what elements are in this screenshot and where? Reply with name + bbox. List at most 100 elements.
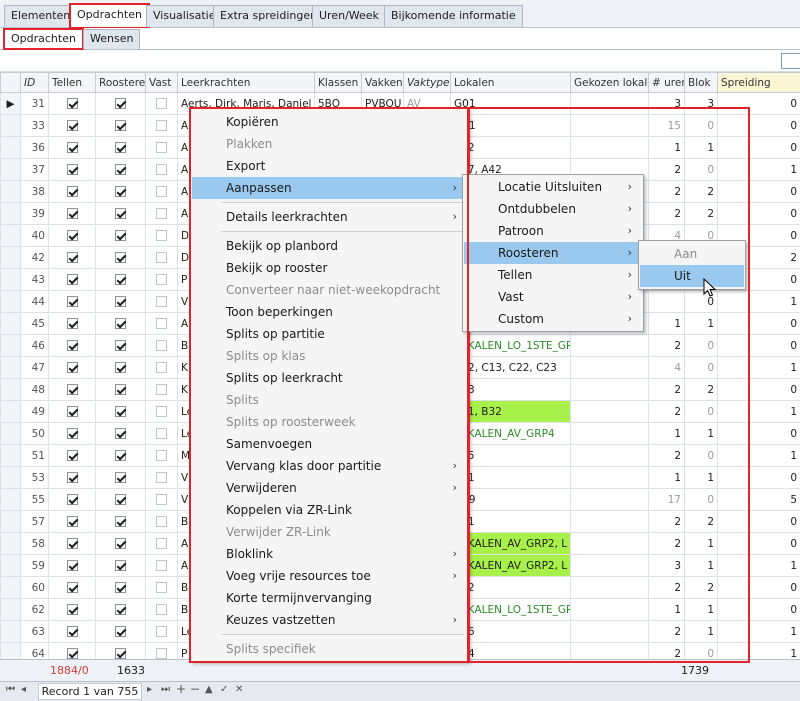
prev-record-icon[interactable]: ◂	[21, 684, 26, 695]
roosteren-cell[interactable]	[95, 554, 146, 577]
tellen-checkbox[interactable]	[66, 648, 78, 659]
blok-cell[interactable]: 0	[684, 444, 718, 467]
tellen-checkbox[interactable]	[66, 428, 78, 439]
tellen-checkbox[interactable]	[66, 384, 78, 395]
blok-cell[interactable]: 0	[684, 642, 718, 659]
spreiding-cell[interactable]: 0	[717, 466, 800, 489]
uren-cell[interactable]: 2	[648, 532, 685, 555]
vast-cell[interactable]	[145, 356, 178, 379]
roosteren-checkbox[interactable]	[115, 318, 126, 329]
blok-cell[interactable]: 0	[684, 114, 718, 137]
tellen-checkbox[interactable]	[66, 494, 78, 505]
spreiding-cell[interactable]: 0	[717, 312, 800, 335]
gekozen-lokalen-cell[interactable]	[570, 510, 649, 533]
tellen-checkbox[interactable]	[66, 230, 78, 241]
vast-cell[interactable]	[145, 180, 178, 203]
vast-cell[interactable]	[145, 466, 178, 489]
blok-cell[interactable]: 2	[684, 510, 718, 533]
tellen-cell[interactable]	[48, 400, 96, 423]
vast-checkbox[interactable]	[156, 142, 167, 153]
tellen-checkbox[interactable]	[66, 296, 78, 307]
roosteren-checkbox[interactable]	[115, 428, 126, 439]
roosteren-cell[interactable]	[95, 378, 146, 401]
vast-checkbox[interactable]	[156, 164, 167, 175]
vast-cell[interactable]	[145, 576, 178, 599]
tellen-cell[interactable]	[48, 466, 96, 489]
tellen-cell[interactable]	[48, 488, 96, 511]
roosteren-cell[interactable]	[95, 444, 146, 467]
menu-item-bloklink[interactable]: Bloklink ›	[192, 543, 467, 565]
tellen-checkbox[interactable]	[66, 120, 78, 131]
vast-cell[interactable]	[145, 488, 178, 511]
vast-cell[interactable]	[145, 268, 178, 291]
menu-item-ontdubbelen[interactable]: Ontdubbelen ›	[464, 198, 642, 220]
roosteren-cell[interactable]	[95, 334, 146, 357]
vast-checkbox[interactable]	[156, 186, 167, 197]
uren-cell[interactable]: 2	[648, 378, 685, 401]
column-header-gekozen-lokalen[interactable]: Gekozen lokalen	[570, 72, 649, 93]
vast-checkbox[interactable]	[156, 582, 167, 593]
blok-cell[interactable]: 1	[684, 422, 718, 445]
vast-cell[interactable]	[145, 444, 178, 467]
menu-item-export[interactable]: Export	[192, 155, 467, 177]
roosteren-checkbox[interactable]	[115, 296, 126, 307]
roosteren-checkbox[interactable]	[115, 450, 126, 461]
gekozen-lokalen-cell[interactable]	[570, 466, 649, 489]
vast-checkbox[interactable]	[156, 120, 167, 131]
column-header-spreiding[interactable]: Spreiding	[717, 72, 800, 93]
roosteren-cell[interactable]	[95, 510, 146, 533]
tellen-cell[interactable]	[48, 642, 96, 659]
tellen-checkbox[interactable]	[66, 582, 78, 593]
roosteren-checkbox[interactable]	[115, 98, 126, 109]
gekozen-lokalen-cell[interactable]	[570, 532, 649, 555]
roosteren-cell[interactable]	[95, 422, 146, 445]
delete-record-icon[interactable]: −	[190, 682, 200, 696]
vast-cell[interactable]	[145, 598, 178, 621]
menu-item-details-leerkrachten[interactable]: Details leerkrachten ›	[192, 206, 467, 228]
roosteren-checkbox[interactable]	[115, 362, 126, 373]
roosteren-checkbox[interactable]	[115, 274, 126, 285]
tellen-cell[interactable]	[48, 554, 96, 577]
tellen-cell[interactable]	[48, 620, 96, 643]
uren-cell[interactable]: 4	[648, 356, 685, 379]
tellen-cell[interactable]	[48, 180, 96, 203]
roosteren-cell[interactable]	[95, 532, 146, 555]
menu-item-bekijk-op-rooster[interactable]: Bekijk op rooster	[192, 257, 467, 279]
roosteren-cell[interactable]	[95, 268, 146, 291]
spreiding-cell[interactable]: 0	[717, 180, 800, 203]
tellen-cell[interactable]	[48, 532, 96, 555]
uren-cell[interactable]: 15	[648, 114, 685, 137]
tellen-cell[interactable]	[48, 158, 96, 181]
column-header-tellen[interactable]: Tellen	[48, 72, 96, 93]
roosteren-cell[interactable]	[95, 312, 146, 335]
spreiding-cell[interactable]: 0	[717, 378, 800, 401]
cancel-record-icon[interactable]: ✕	[235, 684, 243, 695]
column-header-roosteren[interactable]: Roosteren	[95, 72, 146, 93]
vast-checkbox[interactable]	[156, 230, 167, 241]
tellen-checkbox[interactable]	[66, 604, 78, 615]
roosteren-cell[interactable]	[95, 598, 146, 621]
vast-cell[interactable]	[145, 114, 178, 137]
blok-cell[interactable]: 2	[684, 576, 718, 599]
uren-cell[interactable]: 2	[648, 180, 685, 203]
vast-cell[interactable]	[145, 378, 178, 401]
vast-cell[interactable]	[145, 642, 178, 659]
tellen-cell[interactable]	[48, 576, 96, 599]
spreiding-cell[interactable]: 1	[717, 554, 800, 577]
column-header-vaktype[interactable]: Vaktype	[403, 72, 451, 93]
column-header-vast[interactable]: Vast	[145, 72, 178, 93]
uren-cell[interactable]: 1	[648, 312, 685, 335]
tellen-cell[interactable]	[48, 598, 96, 621]
column-header-lokalen[interactable]: Lokalen	[450, 72, 571, 93]
gekozen-lokalen-cell[interactable]	[570, 620, 649, 643]
tab-uren-week[interactable]: Uren/Week	[312, 5, 386, 27]
gekozen-lokalen-cell[interactable]	[570, 378, 649, 401]
vast-checkbox[interactable]	[156, 384, 167, 395]
tab-wensen[interactable]: Wensen	[83, 29, 141, 49]
roosteren-checkbox[interactable]	[115, 252, 126, 263]
uren-cell[interactable]: 2	[648, 158, 685, 181]
first-record-icon[interactable]: ⏮	[6, 684, 15, 695]
vast-checkbox[interactable]	[156, 406, 167, 417]
blok-cell[interactable]: 0	[684, 356, 718, 379]
spreiding-cell[interactable]: 0	[717, 136, 800, 159]
